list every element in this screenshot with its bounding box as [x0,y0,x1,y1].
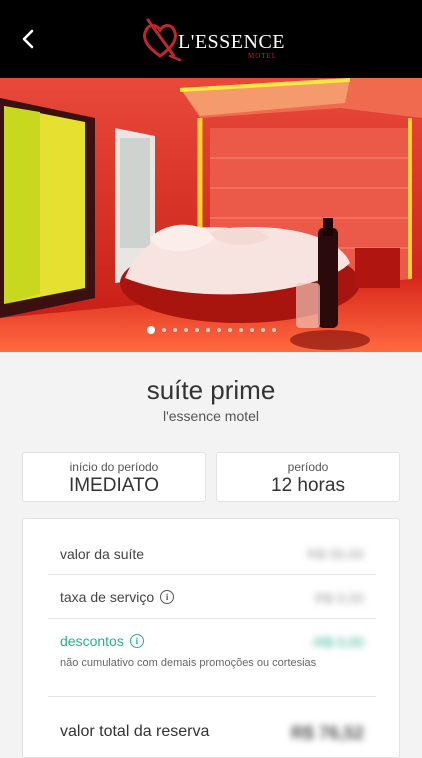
brand-name: L'ESSENCE [178,31,285,53]
total-row: valor total da reserva R$ 76,52 [48,697,376,757]
pagination-dot[interactable] [238,328,243,332]
suite-photo-gallery[interactable] [0,78,422,352]
chevron-left-icon [22,29,34,49]
discounts-note: não cumulativo com demais promoções ou c… [60,657,317,669]
info-icon[interactable]: i [129,634,144,648]
service-fee-label-group: taxa de serviço i [60,589,175,605]
pagination-dot[interactable] [205,328,210,332]
service-fee-amount: R$ 0,00 [314,590,364,606]
period-start-label: início do período [69,460,159,474]
suite-value-label: valor da suíte [60,546,145,562]
pagination-dot[interactable] [172,328,177,332]
motel-name: l'essence motel [162,408,260,424]
service-fee-row: taxa de serviço i R$ 0,00 [48,575,376,619]
pricing-card: valor da suíte R$ 00,00 taxa de serviço … [22,518,400,758]
brand-subtitle: MOTEL [248,52,278,60]
pagination-dot[interactable] [161,328,166,332]
suite-value-amount: R$ 00,00 [307,546,364,562]
suite-name: suíte prime [146,375,276,405]
period-value: 12 horas [271,475,345,496]
pagination-dot[interactable] [216,328,221,332]
period-card: período 12 horas [216,452,400,502]
pagination-dot[interactable] [146,326,155,334]
suite-photo [0,78,422,352]
pagination-dot[interactable] [227,328,232,332]
discounts-label-group: descontos i [60,633,144,649]
discounts-amount: -R$ 0,00 [310,634,364,650]
service-fee-label: taxa de serviço [60,589,155,605]
pagination-dot[interactable] [183,328,188,332]
total-amount: R$ 76,52 [290,723,364,743]
period-start-value: IMEDIATO [68,475,160,496]
period-label: período [287,460,329,474]
pagination-dot[interactable] [249,328,254,332]
pagination-dot[interactable] [194,328,199,332]
info-icon[interactable]: i [160,590,175,604]
gallery-pagination [0,326,422,334]
back-button[interactable] [18,26,42,52]
app-header: L'ESSENCE MOTEL [0,0,422,78]
discounts-label: descontos [60,633,124,649]
period-start-card: início do período IMEDIATO [22,452,206,502]
discounts-row: descontos i -R$ 0,00 não cumulativo com … [48,619,376,697]
suite-value-row: valor da suíte R$ 00,00 [48,531,376,575]
pagination-dot[interactable] [271,328,276,332]
total-label: valor total da reserva [60,723,210,740]
pagination-dot[interactable] [260,328,265,332]
brand-logo: L'ESSENCE MOTEL [140,16,290,62]
